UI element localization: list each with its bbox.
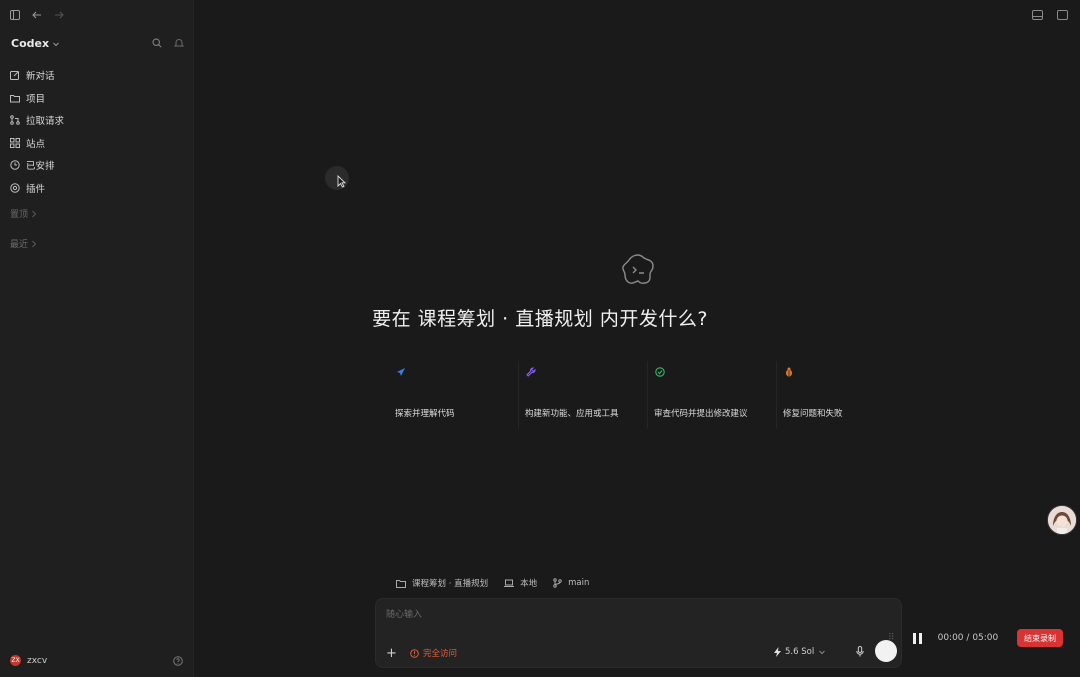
sidebar-item-label: 拉取请求: [26, 116, 65, 128]
suggestion-card-text: 审查代码并提出修改建议: [654, 409, 748, 419]
suggestion-card-build[interactable]: 构建新功能、应用或工具: [518, 361, 647, 429]
section-recent[interactable]: 最近: [10, 237, 37, 250]
forward-arrow-icon[interactable]: [54, 10, 64, 20]
suggestion-card-explore[interactable]: 探索并理解代码: [389, 361, 518, 429]
review-icon: [655, 367, 665, 377]
recording-timer: 00:00 / 05:00: [938, 633, 999, 643]
tool-icon: [526, 367, 536, 377]
sidebar-item-label: 插件: [26, 183, 46, 195]
user-name: zxcv: [27, 655, 48, 666]
main-area: [194, 0, 1080, 677]
add-attachment-button[interactable]: +: [386, 646, 397, 661]
stop-recording-button[interactable]: 结束录制: [1017, 629, 1063, 647]
layout-icon[interactable]: [1057, 10, 1068, 20]
brand-switcher[interactable]: Codex: [11, 37, 60, 50]
suggestion-card-text: 构建新功能、应用或工具: [525, 409, 619, 419]
window-controls: [1032, 10, 1068, 20]
context-environment[interactable]: 本地: [504, 577, 537, 589]
section-pinned[interactable]: 置顶: [10, 207, 37, 220]
clock-icon: [10, 160, 20, 170]
project-name[interactable]: 课程筹划 · 直播规划: [418, 308, 594, 330]
sidebar-item-sites[interactable]: 站点: [10, 132, 186, 155]
notification-icon[interactable]: [174, 38, 184, 48]
sidebar-item-plugins[interactable]: 插件: [10, 177, 186, 200]
shield-icon: [410, 648, 419, 658]
grid-icon: [10, 137, 20, 148]
help-icon[interactable]: [173, 656, 183, 666]
floating-assistant-avatar[interactable]: [1047, 505, 1077, 535]
page-title: 要在 课程筹划 · 直播规划 内开发什么?: [0, 304, 1080, 331]
context-bar: 课程筹划 · 直播规划 本地 main: [396, 577, 589, 589]
access-mode-label: 完全访问: [423, 649, 458, 659]
suggestion-card-text: 修复问题和失败: [783, 409, 843, 419]
prompt-input[interactable]: [384, 607, 788, 623]
composer: + 完全访问 5.6 Sol: [375, 598, 902, 668]
sidebar-item-scheduled[interactable]: 已安排: [10, 154, 186, 177]
section-recent-label: 最近: [10, 240, 29, 250]
sidebar-item-label: 站点: [26, 138, 46, 150]
chevron-right-icon: [31, 240, 37, 248]
recording-total: 05:00: [972, 633, 999, 643]
lightning-icon: [774, 647, 781, 657]
sidebar: Codex 新对话 项目 拉取请求 站点 已安排 插件 置顶 最近 ZX zxc…: [0, 0, 194, 677]
access-mode-button[interactable]: 完全访问: [410, 647, 457, 659]
top-controls: [10, 10, 64, 20]
suggestion-card-review[interactable]: 审查代码并提出修改建议: [647, 361, 776, 429]
plugin-icon: [10, 183, 20, 193]
chevron-down-icon: [52, 40, 60, 48]
title-prefix: 要在: [372, 308, 412, 330]
title-suffix: 内开发什么?: [599, 308, 708, 330]
sidebar-item-label: 新对话: [26, 71, 55, 83]
back-arrow-icon[interactable]: [32, 10, 42, 20]
pull-request-icon: [10, 115, 20, 126]
sidebar-item-label: 已安排: [26, 161, 55, 173]
suggestion-card-text: 探索并理解代码: [395, 409, 455, 419]
user-account[interactable]: ZX zxcv: [10, 655, 47, 666]
context-environment-label: 本地: [520, 579, 538, 589]
folder-icon: [10, 93, 20, 103]
model-selector[interactable]: 5.6 Sol: [774, 647, 826, 657]
model-label: 5.6 Sol: [785, 647, 815, 657]
compass-icon: [396, 367, 406, 377]
context-folder-label: 课程筹划 · 直播规划: [412, 579, 489, 589]
mouse-pointer-icon: [337, 175, 346, 188]
brand-name: Codex: [11, 37, 50, 50]
section-pinned-label: 置顶: [10, 210, 29, 220]
brand-tools: [152, 38, 184, 48]
context-branch[interactable]: main: [553, 577, 589, 589]
microphone-icon[interactable]: [856, 646, 864, 657]
suggestion-cards: 探索并理解代码 构建新功能、应用或工具 审查代码并提出修改建议 修复问题和失败: [389, 361, 905, 429]
chevron-down-icon: [818, 648, 826, 656]
suggestion-card-fix[interactable]: 修复问题和失败: [776, 361, 905, 429]
laptop-icon: [504, 579, 515, 588]
sidebar-item-projects[interactable]: 项目: [10, 87, 186, 110]
recording-elapsed: 00:00: [937, 633, 964, 643]
sidebar-toggle-icon[interactable]: [10, 10, 20, 20]
bug-icon: [784, 367, 794, 377]
branch-icon: [553, 578, 562, 588]
avatar: ZX: [10, 655, 21, 666]
context-folder[interactable]: 课程筹划 · 直播规划: [396, 577, 488, 589]
drag-handle-icon[interactable]: ⠿: [888, 633, 895, 643]
panel-icon[interactable]: [1032, 10, 1043, 20]
sidebar-item-label: 项目: [26, 93, 46, 105]
search-icon[interactable]: [152, 38, 162, 48]
sidebar-nav: 新对话 项目 拉取请求 站点 已安排 插件: [10, 64, 186, 199]
edit-icon: [10, 70, 20, 81]
pause-button[interactable]: [912, 632, 922, 644]
recording-panel: ⠿ 00:00 / 05:00 结束录制: [878, 622, 1074, 654]
context-branch-label: main: [568, 578, 590, 588]
sidebar-item-new-chat[interactable]: 新对话: [10, 64, 186, 87]
folder-icon: [396, 579, 406, 588]
sidebar-item-pull-requests[interactable]: 拉取请求: [10, 109, 186, 132]
chevron-right-icon: [31, 210, 37, 218]
codex-logo-icon: [620, 252, 656, 288]
